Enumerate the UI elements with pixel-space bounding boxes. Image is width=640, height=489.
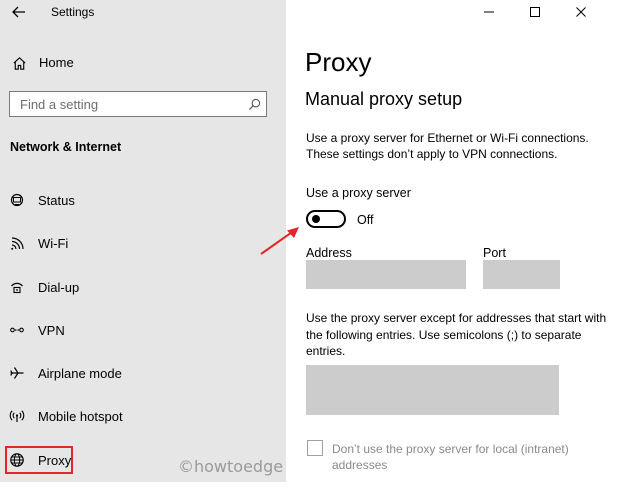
- toggle-knob: [312, 215, 320, 223]
- description-line: These settings don’t apply to VPN connec…: [306, 147, 558, 161]
- checkbox-label-line: Don’t use the proxy server for local (in…: [332, 442, 569, 456]
- local-addresses-checkbox[interactable]: [307, 440, 323, 456]
- airplane-icon: [8, 364, 26, 382]
- use-proxy-toggle[interactable]: [306, 210, 346, 228]
- minimize-icon: [484, 11, 494, 13]
- sidebar-item-label: Mobile hotspot: [38, 409, 123, 425]
- sidebar-item-label: Status: [38, 193, 75, 208]
- annotation-arrow-icon: [260, 227, 299, 255]
- search-icon[interactable]: [246, 96, 262, 112]
- hotspot-icon: [8, 407, 26, 425]
- sidebar-item-status[interactable]: Status: [0, 186, 286, 229]
- sidebar-item-wifi[interactable]: Wi-Fi: [0, 229, 286, 272]
- close-button[interactable]: [558, 0, 604, 24]
- main-pane: Proxy Manual proxy setup Use a proxy ser…: [286, 0, 640, 482]
- exceptions-description: Use the proxy server except for addresse…: [306, 310, 631, 360]
- exceptions-line: Use the proxy server except for addresse…: [306, 311, 607, 325]
- port-input[interactable]: [483, 260, 560, 289]
- sidebar-nav: Status Wi-Fi Dial-up VPN Airplane mode M…: [0, 186, 286, 489]
- search-box[interactable]: [9, 91, 267, 117]
- exceptions-line: entries.: [306, 344, 346, 358]
- sidebar-item-home[interactable]: Home: [0, 50, 286, 76]
- back-arrow-icon: [12, 6, 25, 18]
- selected-item-highlight: [5, 446, 73, 474]
- sidebar: Settings Home Network & Internet Status …: [0, 0, 286, 482]
- description-line: Use a proxy server for Ethernet or Wi-Fi…: [306, 131, 589, 145]
- exceptions-line: the following entries. Use semicolons (;…: [306, 327, 582, 342]
- address-label: Address: [306, 246, 352, 260]
- wifi-icon: [8, 234, 26, 252]
- sidebar-item-label: Home: [39, 55, 74, 70]
- sidebar-item-label: Wi-Fi: [38, 236, 69, 252]
- page-title: Proxy: [305, 47, 372, 77]
- sidebar-item-dialup[interactable]: Dial-up: [0, 273, 286, 316]
- back-button[interactable]: [8, 2, 30, 22]
- sidebar-item-mobile-hotspot[interactable]: Mobile hotspot: [0, 402, 286, 445]
- sidebar-section-title: Network & Internet: [10, 140, 122, 154]
- port-label: Port: [483, 246, 506, 260]
- vpn-icon: [8, 321, 26, 339]
- sidebar-item-airplane-mode[interactable]: Airplane mode: [0, 359, 286, 402]
- status-icon: [8, 191, 26, 209]
- minimize-button[interactable]: [466, 0, 512, 24]
- maximize-icon: [530, 7, 540, 17]
- close-icon: [576, 7, 586, 17]
- search-input[interactable]: [10, 92, 250, 116]
- maximize-button[interactable]: [512, 0, 558, 24]
- proxy-description: Use a proxy server for Ethernet or Wi-Fi…: [306, 130, 626, 162]
- checkbox-label-line: addresses: [332, 458, 388, 472]
- dialup-icon: [8, 278, 26, 296]
- home-icon: [10, 54, 28, 72]
- section-title: Manual proxy setup: [305, 89, 463, 109]
- toggle-state-label: Off: [357, 213, 374, 227]
- sidebar-item-vpn[interactable]: VPN: [0, 316, 286, 359]
- local-addresses-label: Don’t use the proxy server for local (in…: [332, 441, 569, 473]
- use-proxy-label: Use a proxy server: [306, 186, 411, 200]
- watermark: ©howtoedge: [178, 457, 284, 476]
- address-input[interactable]: [306, 260, 466, 289]
- exceptions-input[interactable]: [306, 365, 559, 415]
- app-title: Settings: [51, 5, 95, 19]
- sidebar-item-label: Dial-up: [38, 279, 80, 295]
- sidebar-item-label: VPN: [38, 322, 65, 338]
- sidebar-item-label: Airplane mode: [38, 366, 122, 382]
